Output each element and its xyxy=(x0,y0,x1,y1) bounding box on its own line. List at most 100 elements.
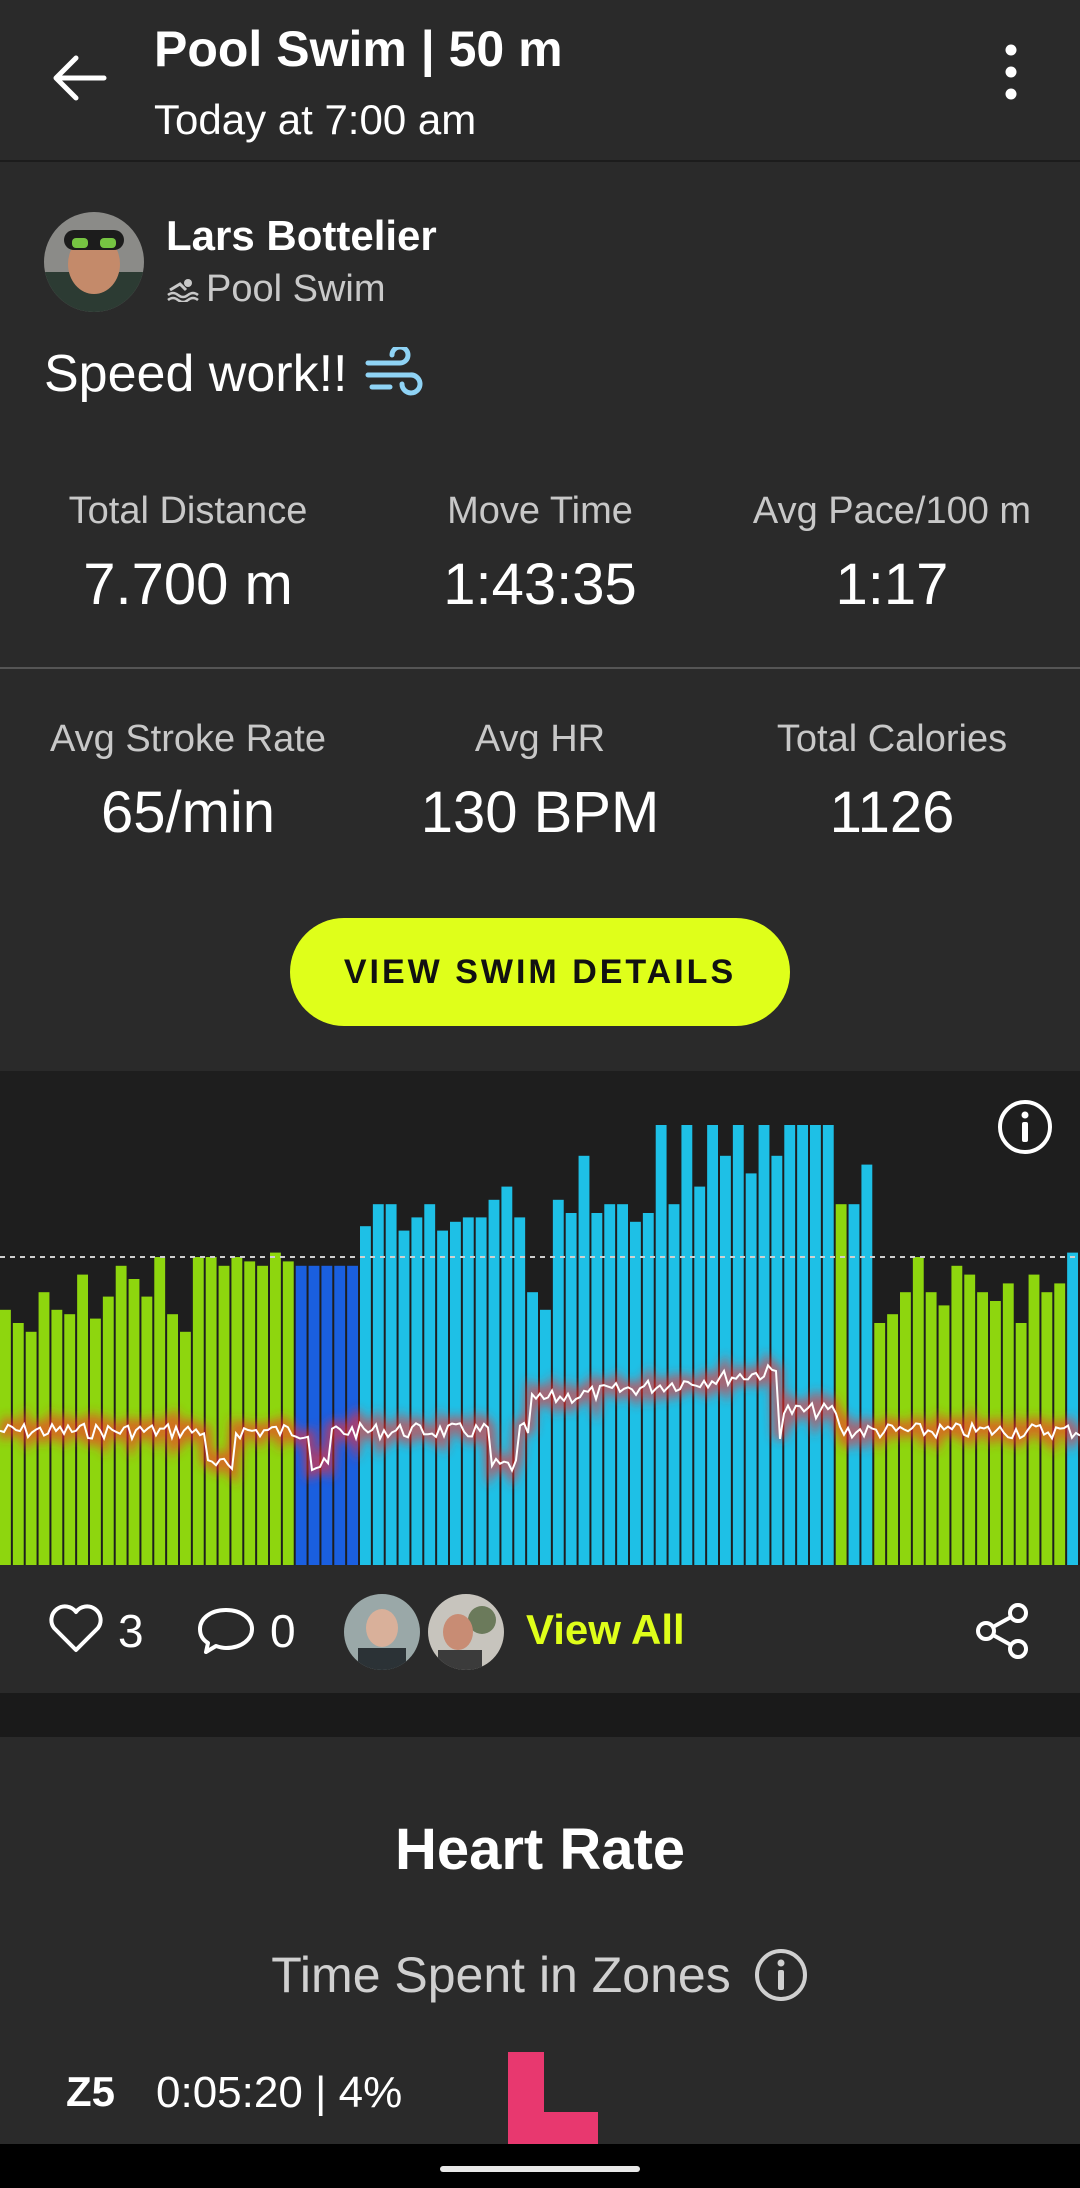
chart-bar xyxy=(784,1125,796,1565)
stat-label: Avg Pace/100 m xyxy=(752,490,1032,532)
chart-bar xyxy=(244,1261,256,1565)
comment-count: 0 xyxy=(270,1605,296,1657)
stat-label: Move Time xyxy=(447,490,633,532)
chart-bar xyxy=(115,1265,127,1565)
chart-bar xyxy=(218,1265,230,1565)
chart-bar xyxy=(501,1186,513,1565)
chart-bar xyxy=(655,1125,667,1565)
chart-bar xyxy=(424,1204,436,1565)
chart-bar xyxy=(861,1164,873,1565)
chart-bar xyxy=(308,1265,320,1565)
chart-bar xyxy=(514,1217,526,1565)
more-options-icon[interactable] xyxy=(990,40,1032,104)
chart-bar xyxy=(951,1265,963,1565)
stat-total-distance: Total Distance 7.700 m xyxy=(8,490,368,618)
chart-bar xyxy=(488,1199,500,1565)
zones-header: Time Spent in Zones xyxy=(0,1946,1080,2004)
swim-intervals-chart[interactable] xyxy=(0,1071,1080,1565)
back-arrow-icon[interactable] xyxy=(48,50,108,106)
home-indicator[interactable] xyxy=(440,2166,640,2172)
stat-value: 1:17 xyxy=(835,552,949,617)
chart-bar xyxy=(810,1125,821,1565)
author-name[interactable]: Lars Bottelier xyxy=(166,212,437,260)
author-avatar[interactable] xyxy=(44,212,144,312)
zones-title: Time Spent in Zones xyxy=(271,1947,731,2003)
zones-info-icon[interactable] xyxy=(753,1947,809,2003)
chart-bar xyxy=(12,1323,24,1565)
heart-rate-title: Heart Rate xyxy=(394,1817,686,1882)
chart-bar xyxy=(257,1265,268,1565)
chart-bar xyxy=(450,1221,461,1565)
activity-date: Today at 7:00 am xyxy=(154,96,477,143)
stat-value: 130 BPM xyxy=(420,780,660,845)
chart-bar xyxy=(681,1125,693,1565)
zone-label: Z5 xyxy=(66,2068,116,2115)
header-divider xyxy=(0,160,1080,162)
chart-bar xyxy=(462,1217,474,1565)
stat-total-calories: Total Calories 1126 xyxy=(712,718,1072,846)
chart-bar xyxy=(1067,1252,1078,1565)
chart-bar xyxy=(295,1265,307,1565)
stat-label: Avg HR xyxy=(474,718,606,760)
chart-bar xyxy=(578,1155,590,1565)
chart-bar xyxy=(360,1226,371,1565)
view-all-link[interactable]: View All xyxy=(526,1606,685,1654)
chart-bar xyxy=(822,1125,834,1565)
activity-type: Pool Swim xyxy=(166,268,386,311)
chart-bar xyxy=(180,1331,191,1565)
chart-bar xyxy=(732,1125,744,1565)
chart-bar xyxy=(835,1204,847,1565)
chart-bar xyxy=(372,1204,384,1565)
post-caption: Speed work!! xyxy=(44,344,424,404)
caption-text: Speed work!! xyxy=(44,345,348,403)
page-title: Pool Swim | 50 m xyxy=(154,21,563,77)
stat-move-time: Move Time 1:43:35 xyxy=(360,490,720,618)
section-separator xyxy=(0,1693,1080,1737)
view-swim-details-button[interactable]: VIEW SWIM DETAILS xyxy=(290,918,790,1026)
chart-bar xyxy=(154,1257,166,1565)
chart-bar xyxy=(398,1230,410,1565)
chart-bar xyxy=(771,1155,783,1565)
share-icon[interactable] xyxy=(974,1602,1030,1660)
zone5-bar xyxy=(508,2052,598,2144)
chart-bar xyxy=(912,1257,924,1565)
kudos-avatar[interactable] xyxy=(428,1594,504,1670)
stat-value: 1:43:35 xyxy=(443,552,637,617)
chart-bar xyxy=(231,1257,243,1565)
stats-divider xyxy=(0,667,1080,669)
chart-bar xyxy=(437,1230,448,1565)
chart-bar xyxy=(758,1125,770,1565)
chart-bar xyxy=(707,1125,718,1565)
stat-label: Avg Stroke Rate xyxy=(49,718,326,760)
stat-value: 65/min xyxy=(100,780,276,845)
zone-value: 0:05:20 | 4% xyxy=(156,2068,403,2117)
chart-bar xyxy=(385,1204,397,1565)
stat-value: 1126 xyxy=(829,780,955,845)
chart-bar xyxy=(475,1217,487,1565)
kudos-avatar[interactable] xyxy=(344,1594,420,1670)
chart-bar xyxy=(848,1204,860,1565)
chart-bar xyxy=(411,1217,423,1565)
chart-bar xyxy=(282,1261,294,1565)
chart-bar xyxy=(270,1252,281,1565)
stat-label: Total Calories xyxy=(776,718,1008,760)
comment-icon[interactable] xyxy=(196,1604,256,1656)
chart-bar xyxy=(797,1125,808,1565)
chart-canvas xyxy=(0,1125,1080,1565)
swim-icon xyxy=(167,278,199,302)
stat-value: 7.700 m xyxy=(83,552,293,617)
stat-label: Total Distance xyxy=(68,490,308,532)
stat-avg-hr: Avg HR 130 BPM xyxy=(360,718,720,846)
chart-bar xyxy=(192,1257,204,1565)
heart-icon[interactable] xyxy=(48,1602,104,1654)
chart-info-icon[interactable] xyxy=(996,1098,1054,1156)
wind-emoji-icon xyxy=(365,347,422,396)
stat-avg-pace: Avg Pace/100 m 1:17 xyxy=(712,490,1072,618)
chart-bar xyxy=(321,1265,333,1565)
chart-bar xyxy=(540,1309,551,1565)
activity-type-label: Pool Swim xyxy=(206,268,386,310)
chart-bar xyxy=(205,1257,217,1565)
like-count: 3 xyxy=(118,1605,144,1657)
chart-bar xyxy=(334,1265,346,1565)
stat-avg-stroke-rate: Avg Stroke Rate 65/min xyxy=(8,718,368,846)
